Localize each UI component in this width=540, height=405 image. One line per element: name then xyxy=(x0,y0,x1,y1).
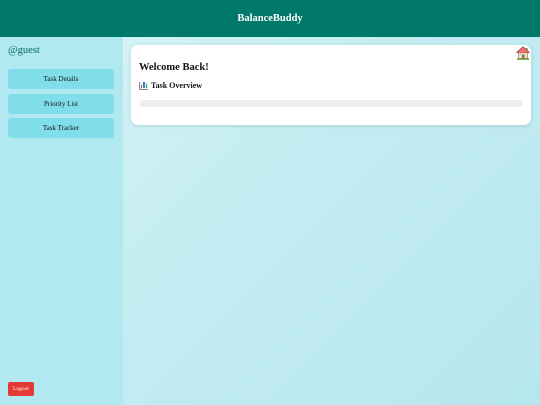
task-tracker-button[interactable]: Task Tracker xyxy=(8,118,114,138)
sidebar: @guest Task Details Priority List Task T… xyxy=(0,37,123,405)
task-overview-label: Task Overview xyxy=(151,81,203,90)
app-header: BalanceBuddy xyxy=(0,0,540,37)
welcome-heading: Welcome Back! xyxy=(139,62,209,73)
app-title: BalanceBuddy xyxy=(237,13,303,24)
welcome-card: Welcome Back! Task Overview xyxy=(131,45,531,125)
username: @guest xyxy=(8,45,40,56)
priority-list-button[interactable]: Priority List xyxy=(8,94,114,114)
logout-button[interactable]: Logout xyxy=(8,382,34,396)
task-progress-bar xyxy=(139,100,523,107)
task-details-button[interactable]: Task Details xyxy=(8,69,114,89)
home-icon[interactable] xyxy=(515,45,531,61)
task-overview-heading: Task Overview xyxy=(139,81,202,90)
bar-chart-icon xyxy=(139,81,148,90)
